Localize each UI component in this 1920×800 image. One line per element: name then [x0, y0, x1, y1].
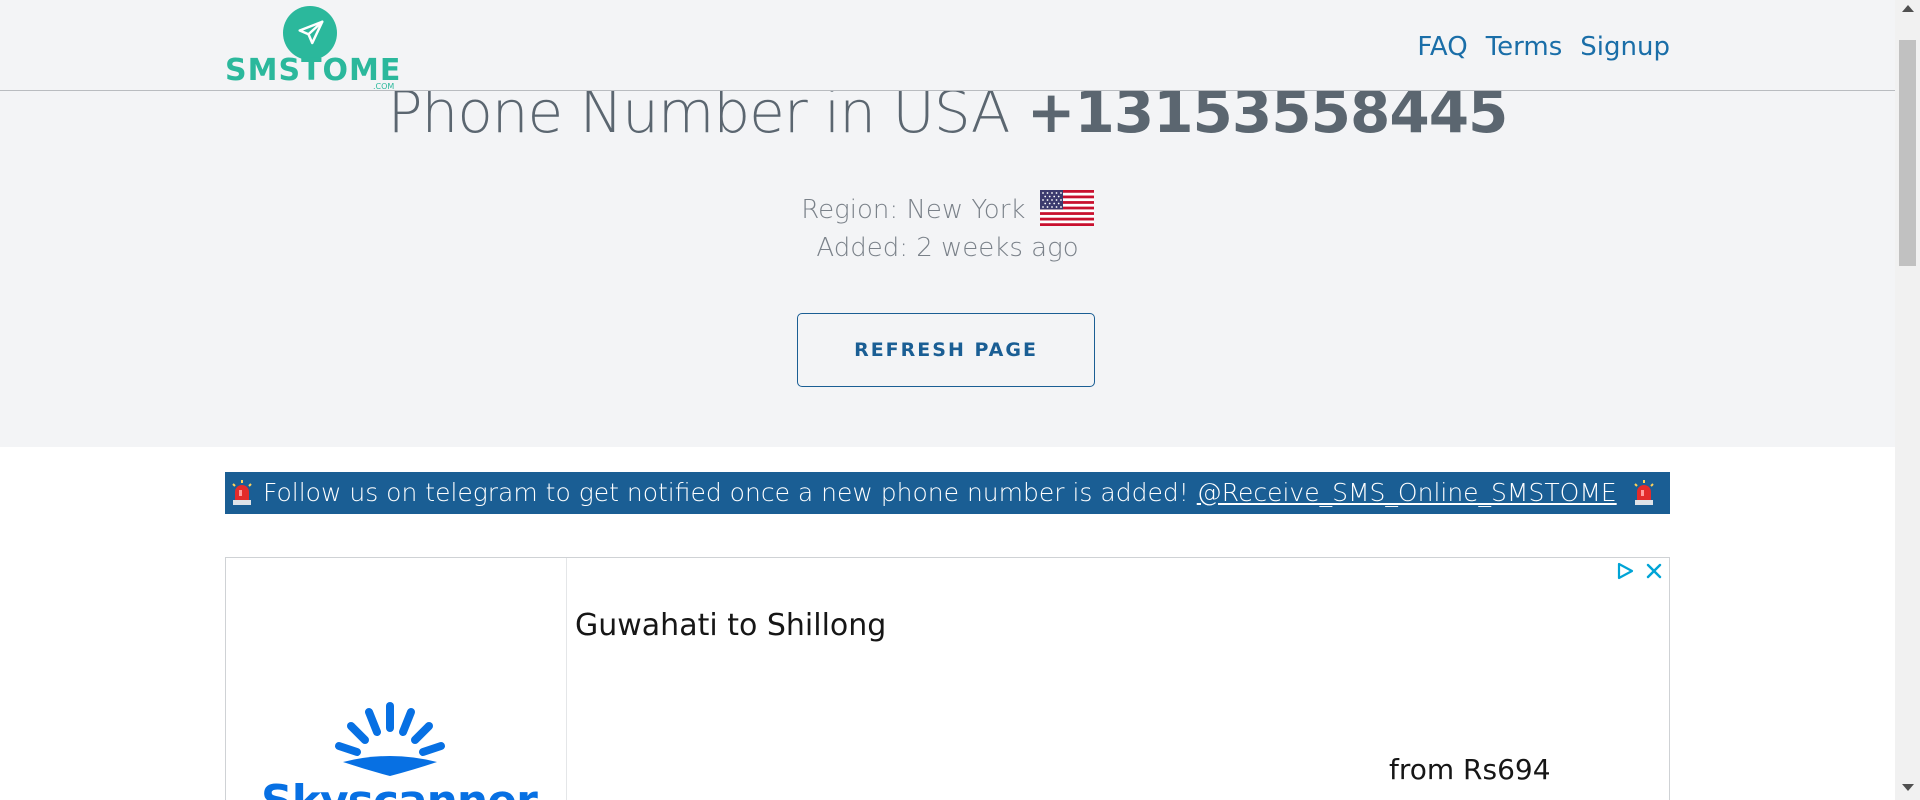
close-icon[interactable]: [1645, 561, 1663, 581]
nav-link-faq[interactable]: FAQ: [1417, 32, 1467, 62]
site-logo[interactable]: SMSTOME .COM: [225, 4, 400, 91]
scroll-up-icon[interactable]: [1902, 5, 1914, 12]
adchoices-icon[interactable]: [1615, 561, 1635, 581]
scrollbar-thumb[interactable]: [1899, 40, 1916, 266]
ad-controls: [1615, 561, 1663, 581]
region-text: Region: New York: [801, 195, 1026, 225]
skyscanner-logo-icon: [335, 702, 445, 776]
paper-plane-icon: [283, 6, 337, 60]
nav-link-terms[interactable]: Terms: [1486, 32, 1563, 62]
ad-brand-panel: Skyscanner: [226, 558, 567, 800]
ad-headline: Guwahati to Shillong: [575, 608, 887, 643]
region-info: Region: New York: [0, 190, 1895, 226]
telegram-banner: Follow us on telegram to get notified on…: [225, 472, 1670, 514]
us-flag-icon: [1039, 190, 1094, 226]
siren-icon: [232, 480, 252, 505]
advertisement[interactable]: Skyscanner Guwahati to Shillong from Rs6…: [225, 557, 1670, 800]
added-info: Added: 2 weeks ago: [816, 233, 1079, 263]
telegram-text: Follow us on telegram to get notified on…: [263, 478, 1189, 507]
scroll-down-icon[interactable]: [1902, 784, 1914, 791]
refresh-page-button[interactable]: REFRESH PAGE: [797, 313, 1095, 387]
navbar: SMSTOME .COM FAQ Terms Signup: [0, 0, 1895, 91]
telegram-link[interactable]: @Receive_SMS_Online_SMSTOME: [1197, 478, 1617, 507]
main-nav: FAQ Terms Signup: [1417, 32, 1670, 62]
logo-suffix: .COM: [373, 82, 395, 91]
siren-icon: [1633, 480, 1654, 505]
ad-price: from Rs694: [1389, 753, 1551, 786]
page: SMSTOME .COM FAQ Terms Signup Phone Numb…: [0, 0, 1920, 800]
ad-brand-name: Skyscanner: [261, 776, 538, 800]
nav-link-signup[interactable]: Signup: [1580, 32, 1670, 62]
